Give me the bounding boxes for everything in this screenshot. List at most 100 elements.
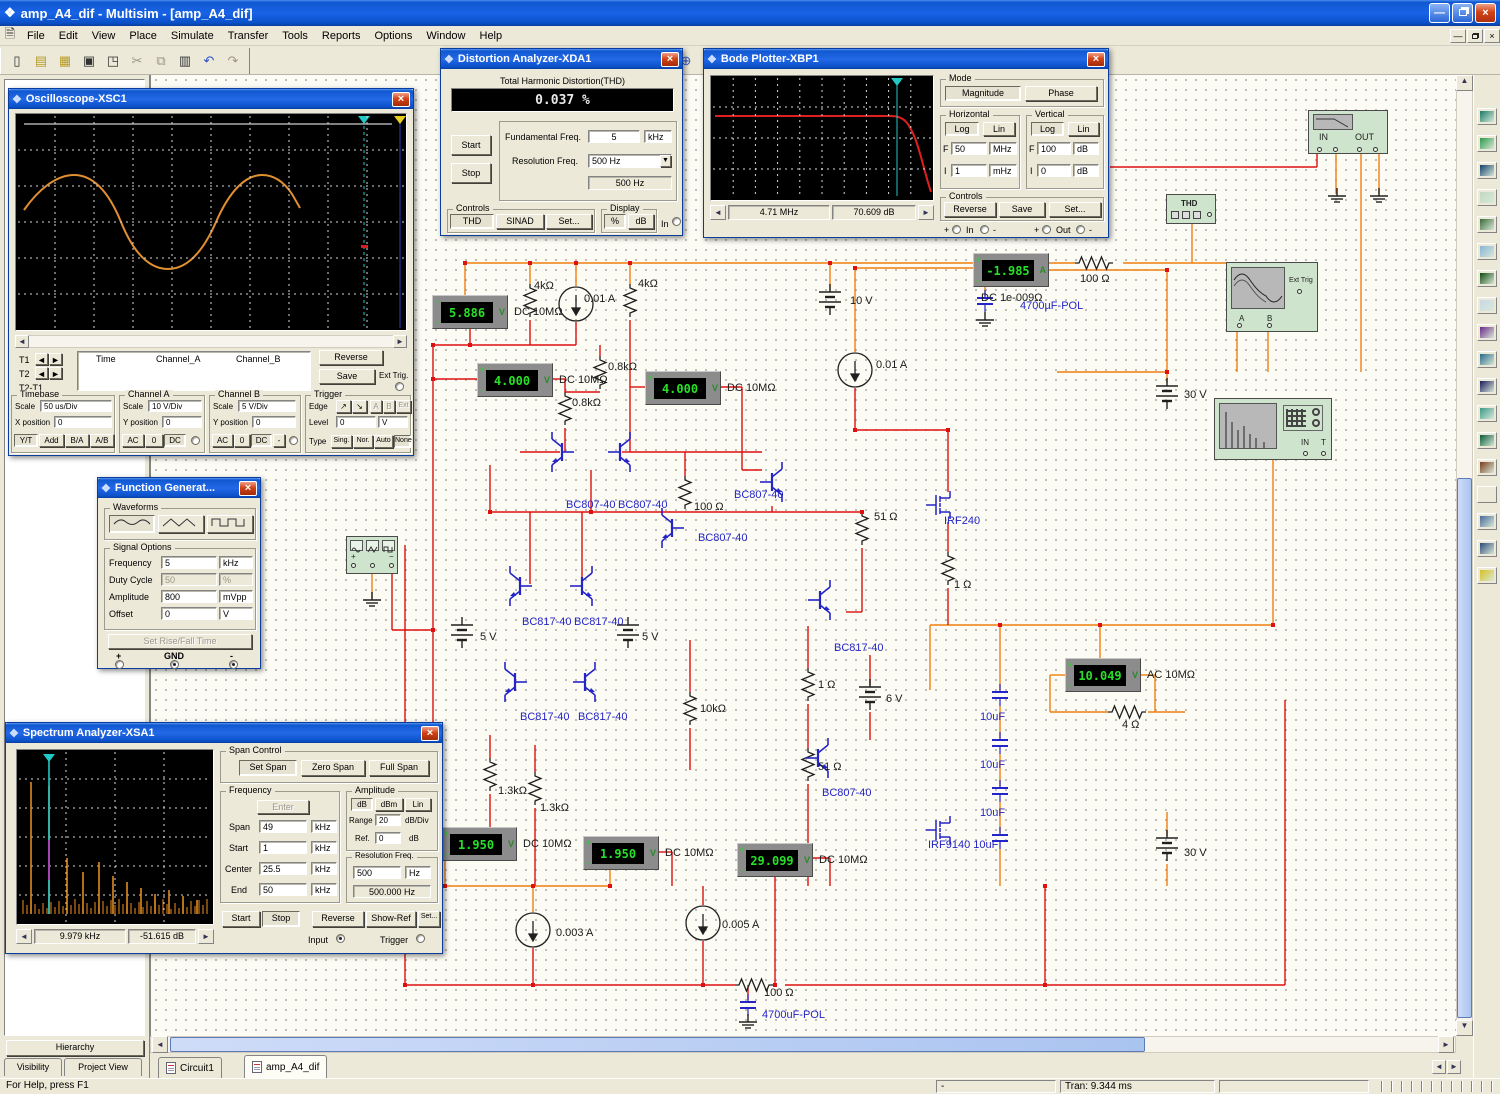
osc-scroll-left[interactable]: ◄ — [15, 335, 29, 348]
vscroll-down-button[interactable]: ▼ — [1456, 1020, 1473, 1036]
menu-file[interactable]: File — [20, 28, 52, 44]
redo-icon[interactable]: ↷ — [222, 50, 244, 72]
square-wave-button[interactable] — [207, 515, 253, 533]
chb-radio[interactable] — [289, 436, 298, 445]
oscilloscope-tool-icon[interactable] — [1477, 189, 1497, 206]
bode-in-minus-radio[interactable] — [980, 225, 989, 234]
tab-scroll-right[interactable]: ► — [1447, 1060, 1461, 1074]
wattmeter-tool-icon[interactable] — [1477, 162, 1497, 179]
sine-wave-button[interactable] — [109, 515, 155, 533]
ext-trig-radio[interactable] — [395, 382, 404, 391]
menu-reports[interactable]: Reports — [315, 28, 368, 44]
fg-titlebar[interactable]: ❖ Function Generat... × — [98, 478, 260, 498]
start-button[interactable]: Start — [451, 135, 491, 155]
bode-close-icon[interactable]: × — [1087, 52, 1105, 67]
spectrum-analyzer-schematic-icon[interactable]: IN T — [1214, 398, 1332, 460]
chb-minus-button[interactable]: - — [273, 434, 285, 447]
trig-sing-button[interactable]: Sing. — [331, 435, 352, 448]
tb-scale-field[interactable]: 50 us/Div — [40, 400, 112, 412]
bode-out-minus-radio[interactable] — [1076, 225, 1085, 234]
amplitude-field[interactable]: 800 — [161, 590, 217, 603]
bode-reverse-button[interactable]: Reverse — [944, 202, 996, 217]
agilent-multimeter-tool-icon[interactable] — [1477, 513, 1497, 530]
mdi-close-button[interactable]: × — [1484, 29, 1500, 43]
trig-level-unit[interactable]: V — [378, 416, 408, 428]
bode-titlebar[interactable]: ❖ Bode Plotter-XBP1 × — [704, 49, 1108, 69]
cha-scale-field[interactable]: 10 V/Div — [148, 400, 202, 412]
trig-a-button[interactable]: A — [370, 400, 382, 413]
tb-yt-button[interactable]: Y/T — [14, 434, 38, 447]
oscilloscope-schematic-icon[interactable]: Ext Trig A B — [1226, 262, 1318, 332]
ref-field[interactable]: 0 — [375, 832, 401, 844]
bode-set-button[interactable]: Set... — [1049, 202, 1101, 217]
menu-tools[interactable]: Tools — [275, 28, 315, 44]
start-field[interactable]: 1 — [259, 841, 307, 854]
cha-y-field[interactable]: 0 — [162, 416, 202, 428]
tb-x-field[interactable]: 0 — [54, 416, 112, 428]
multimeter-tool-icon[interactable] — [1477, 108, 1497, 125]
duty-cycle-field[interactable]: 50 — [161, 573, 217, 586]
minimize-button[interactable]: — — [1429, 3, 1450, 23]
hscroll-right-button[interactable]: ► — [1438, 1036, 1454, 1053]
new-document-icon[interactable]: ▯ — [6, 50, 28, 72]
bode-readout-right[interactable]: ► — [918, 205, 934, 220]
network-analyzer-tool-icon[interactable] — [1477, 459, 1497, 476]
h-lin-button[interactable]: Lin — [983, 122, 1015, 136]
oscilloscope-titlebar[interactable]: ❖ Oscilloscope-XSC1 × — [9, 89, 413, 109]
document-tab-circuit1[interactable]: Circuit1 — [158, 1057, 222, 1078]
trig-falling-edge-button[interactable]: ↘ — [352, 400, 367, 413]
tab-project-view[interactable]: Project View — [64, 1058, 142, 1076]
reverse-button[interactable]: Reverse — [319, 350, 383, 365]
spec-trigger-radio[interactable] — [416, 934, 425, 943]
bode-plotter-window[interactable]: ❖ Bode Plotter-XBP1 × ◄ 4.71 MHz 70.609 … — [703, 48, 1109, 238]
spec-lin-button[interactable]: Lin — [405, 798, 431, 811]
cut-icon[interactable]: ✂ — [126, 50, 148, 72]
mdi-restore-button[interactable] — [1467, 29, 1483, 43]
trig-rising-edge-button[interactable]: ↗ — [336, 400, 351, 413]
trig-ext-button[interactable]: Ext — [396, 400, 411, 413]
resolution-dropdown-icon[interactable]: ▼ — [660, 155, 671, 167]
sinad-button[interactable]: SINAD — [496, 214, 544, 229]
bode-plotter-tool-icon[interactable] — [1477, 243, 1497, 260]
bode-out-plus-radio[interactable] — [1042, 225, 1051, 234]
distortion-analyzer-schematic-icon[interactable]: THD — [1166, 194, 1216, 224]
t1-left-button[interactable]: ◄ — [35, 353, 48, 365]
print-icon[interactable]: ▣ — [78, 50, 100, 72]
tb-ab-button[interactable]: A/B — [90, 434, 114, 447]
h-f-field[interactable]: 50 — [951, 142, 987, 155]
v-f-field[interactable]: 100 — [1037, 142, 1071, 155]
h-i-field[interactable]: 1 — [951, 164, 987, 177]
trig-auto-button[interactable]: Auto — [374, 435, 393, 448]
set-button[interactable]: Set... — [546, 214, 592, 229]
chb-y-field[interactable]: 0 — [252, 416, 296, 428]
chb-ac-button[interactable]: AC — [212, 434, 233, 447]
thd-button[interactable]: THD — [450, 214, 494, 229]
show-ref-button[interactable]: Show-Ref — [366, 911, 416, 927]
spectrum-analyzer-window[interactable]: ❖ Spectrum Analyzer-XSA1 × ◄ 9.979 kHz -… — [5, 722, 443, 954]
save-button[interactable]: Save — [319, 369, 375, 384]
undo-icon[interactable]: ↶ — [198, 50, 220, 72]
enter-button[interactable]: Enter — [257, 800, 309, 814]
cha-radio[interactable] — [191, 436, 200, 445]
t2-right-button[interactable]: ► — [49, 367, 62, 379]
fg-minus-radio[interactable] — [229, 660, 238, 669]
chb-zero-button[interactable]: 0 — [234, 434, 250, 447]
logic-converter-tool-icon[interactable] — [1477, 351, 1497, 368]
tab-scroll-left[interactable]: ◄ — [1432, 1060, 1446, 1074]
print-preview-icon[interactable]: ◳ — [102, 50, 124, 72]
current-probe-tool-icon[interactable] — [1477, 567, 1497, 584]
document-tab-amp_a4_dif[interactable]: amp_A4_dif — [244, 1055, 327, 1078]
bode-in-plus-radio[interactable] — [952, 225, 961, 234]
fg-gnd-radio[interactable] — [170, 660, 179, 669]
spectrum-close-icon[interactable]: × — [421, 726, 439, 741]
triangle-wave-button[interactable] — [158, 515, 204, 533]
spectrum-readout-left[interactable]: ◄ — [16, 929, 32, 944]
chb-dc-button[interactable]: DC — [251, 434, 272, 447]
spec-resolution-field[interactable]: 500 — [353, 866, 401, 879]
menu-simulate[interactable]: Simulate — [164, 28, 221, 44]
zero-span-button[interactable]: Zero Span — [301, 760, 365, 776]
copy-icon[interactable]: ⧉ — [150, 50, 172, 72]
fg-close-icon[interactable]: × — [239, 481, 257, 496]
function-generator-tool-icon[interactable] — [1477, 135, 1497, 152]
frequency-counter-tool-icon[interactable] — [1477, 270, 1497, 287]
